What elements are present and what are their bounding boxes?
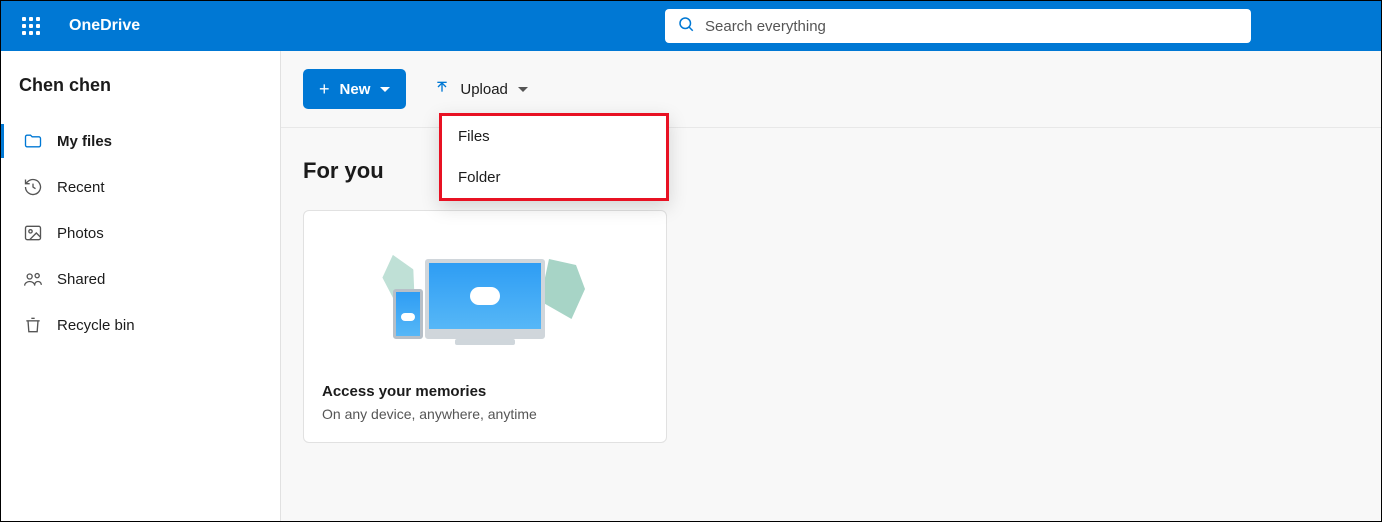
upload-dropdown: Files Folder (439, 113, 669, 201)
trash-icon (23, 315, 43, 335)
chevron-down-icon (380, 87, 390, 92)
brand-title: OneDrive (69, 17, 140, 35)
shared-icon (23, 269, 43, 289)
sidebar-item-label: Photos (57, 225, 104, 242)
search-box[interactable] (665, 9, 1251, 43)
search-icon (677, 15, 695, 38)
recent-icon (23, 177, 43, 197)
plus-icon: + (319, 80, 330, 98)
upload-button[interactable]: Upload (424, 69, 538, 109)
sidebar-item-recent[interactable]: Recent (1, 164, 280, 210)
cloud-icon (470, 287, 500, 305)
upload-button-label: Upload (460, 81, 508, 98)
toolbar: + New Upload Files Folder (281, 51, 1381, 128)
main: + New Upload Files Folder For you (281, 51, 1381, 521)
sidebar-item-label: My files (57, 133, 112, 150)
waffle-icon (22, 17, 40, 35)
sidebar-item-label: Recycle bin (57, 317, 135, 334)
photos-icon (23, 223, 43, 243)
topbar: OneDrive (1, 1, 1381, 51)
sidebar-item-recycle-bin[interactable]: Recycle bin (1, 302, 280, 348)
sidebar-item-shared[interactable]: Shared (1, 256, 280, 302)
upload-icon (434, 79, 450, 99)
nav: My files Recent Photos Shared (1, 118, 280, 348)
new-button-label: New (340, 81, 371, 98)
sidebar-item-my-files[interactable]: My files (1, 118, 280, 164)
folder-icon (23, 131, 43, 151)
card-title: Access your memories (322, 383, 648, 400)
app-launcher-button[interactable] (11, 6, 51, 46)
content: Chen chen My files Recent Photos (1, 51, 1381, 521)
chevron-down-icon (518, 87, 528, 92)
sidebar-item-label: Recent (57, 179, 105, 196)
new-button[interactable]: + New (303, 69, 406, 109)
sidebar-item-label: Shared (57, 271, 105, 288)
memories-illustration (322, 229, 648, 369)
upload-menu-folder[interactable]: Folder (442, 157, 666, 198)
upload-menu-files[interactable]: Files (442, 116, 666, 157)
user-name: Chen chen (1, 69, 280, 118)
card-subtitle: On any device, anywhere, anytime (322, 406, 648, 422)
cloud-icon (401, 313, 415, 321)
search-wrap (665, 9, 1251, 43)
sidebar-item-photos[interactable]: Photos (1, 210, 280, 256)
sidebar: Chen chen My files Recent Photos (1, 51, 281, 521)
search-input[interactable] (705, 18, 1239, 35)
memories-card[interactable]: Access your memories On any device, anyw… (303, 210, 667, 443)
